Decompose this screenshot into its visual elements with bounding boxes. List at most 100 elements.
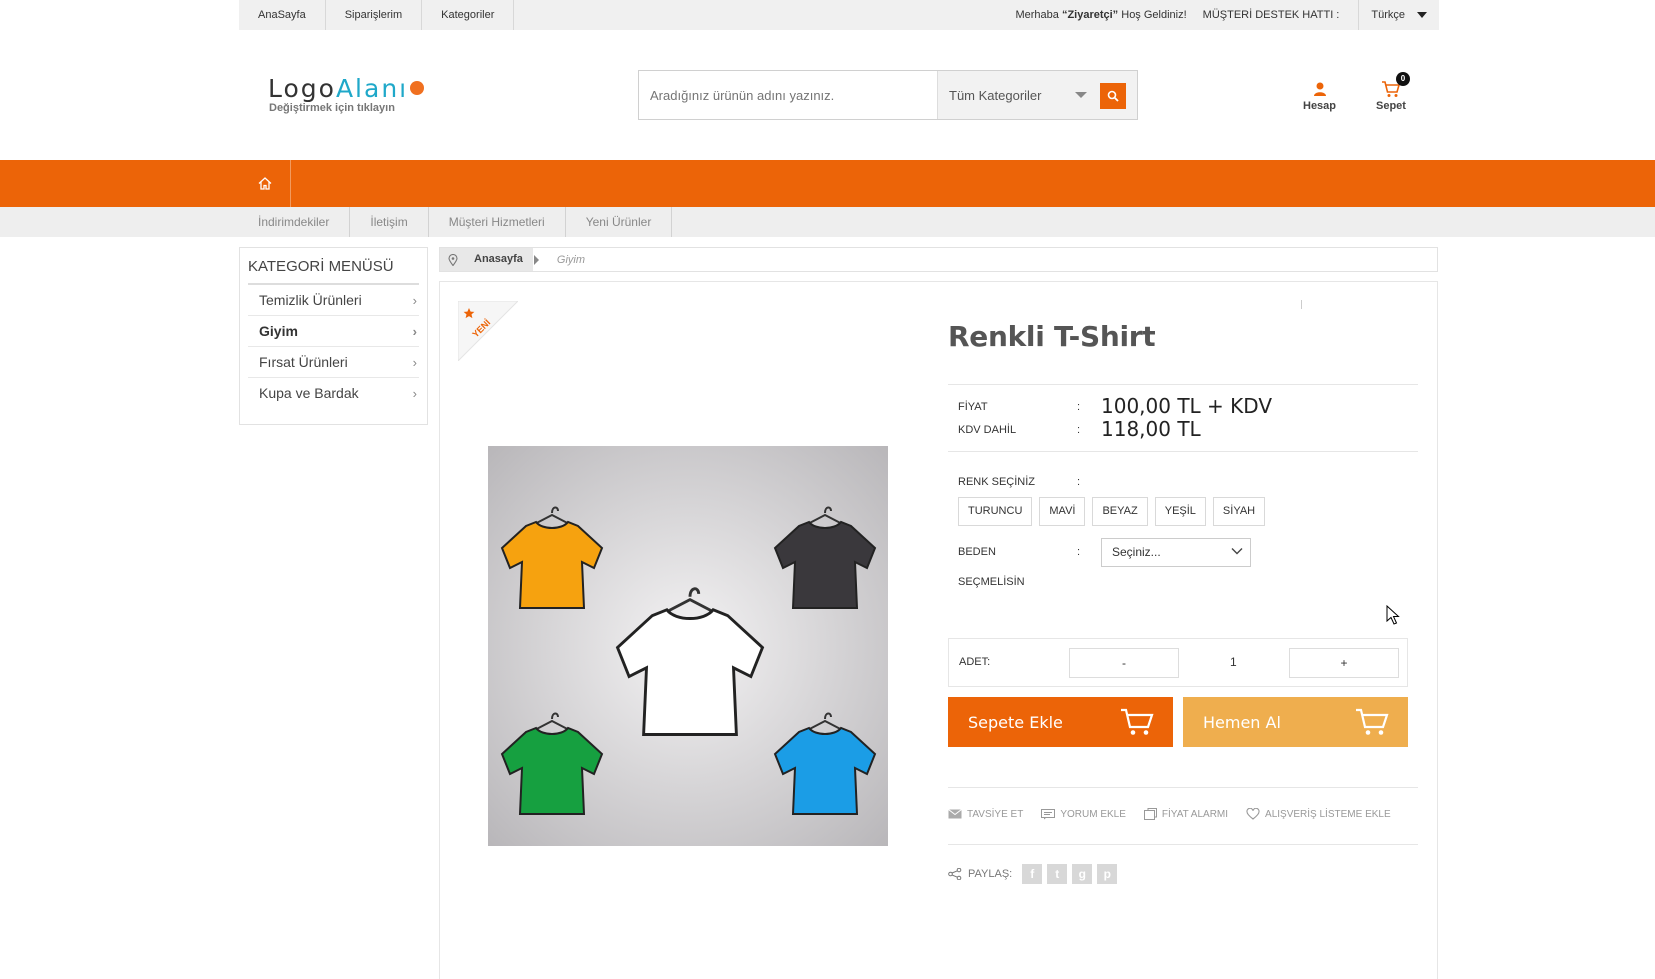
price-alarm-link[interactable]: FİYAT ALARMI (1143, 808, 1229, 820)
search-category-select[interactable]: Tüm Kategoriler (937, 71, 1137, 119)
search-bar: Tüm Kategoriler (638, 70, 1138, 120)
main-nav-bar (0, 160, 1655, 207)
size-label: BEDEN (958, 546, 996, 558)
divider (948, 384, 1418, 385)
search-button[interactable] (1100, 83, 1126, 109)
buy-now-button[interactable]: Hemen Al (1183, 697, 1408, 747)
top-nav-home[interactable]: AnaSayfa (239, 0, 326, 30)
breadcrumb: Anasayfa Giyim (439, 247, 1438, 272)
vat-colon: : (1077, 424, 1081, 436)
color-option-black[interactable]: SİYAH (1212, 497, 1266, 526)
size-colon: : (1077, 546, 1081, 558)
color-option-orange[interactable]: TURUNCU (958, 497, 1033, 526)
share-label: PAYLAŞ: (968, 868, 1013, 880)
add-to-cart-button[interactable]: Sepete Ekle (948, 697, 1173, 747)
product-image[interactable] (488, 446, 888, 846)
cart-label: Sepet (1376, 100, 1406, 112)
home-button[interactable] (239, 160, 291, 207)
top-nav-orders[interactable]: Siparişlerim (326, 0, 423, 30)
color-option-white[interactable]: BEYAZ (1092, 497, 1148, 526)
search-input[interactable] (639, 71, 937, 119)
logo-wordmark: LogoAlanı (268, 74, 425, 103)
site-logo[interactable]: LogoAlanı Değiştirmek için tıklayın (268, 74, 425, 114)
language-select[interactable]: Türkçe (1359, 0, 1439, 30)
required-note: SEÇMELİSİN (958, 576, 1025, 588)
top-bar-right: Merhaba “Ziyaretçi” Hoş Geldiniz! MÜŞTER… (1015, 0, 1439, 30)
cart-icon: 0 (1376, 72, 1410, 100)
color-option-blue[interactable]: MAVİ (1039, 497, 1086, 526)
cart-icon (1356, 708, 1389, 735)
user-icon (1303, 78, 1336, 100)
product-title: Renkli T-Shirt (948, 320, 1156, 353)
category-label: Temizlik Ürünleri (259, 292, 362, 308)
chevron-right-icon: › (412, 355, 417, 370)
category-menu-title: KATEGORİ MENÜSÜ (248, 258, 419, 285)
price-value: 100,00 TL + KDV (1101, 394, 1273, 418)
product-actions: TAVSİYE ET YORUM EKLE FİYAT ALARMI ALIŞV… (948, 808, 1409, 820)
divider (1301, 300, 1302, 309)
logo-part1: Logo (268, 74, 336, 103)
welcome-text: Merhaba “Ziyaretçi” Hoş Geldiniz! (1015, 9, 1186, 21)
add-review-link[interactable]: YORUM EKLE (1041, 808, 1126, 820)
twitter-icon[interactable]: t (1047, 864, 1068, 884)
account-label: Hesap (1303, 100, 1337, 112)
add-to-wishlist-link[interactable]: ALIŞVERİŞ LİSTEME EKLE (1246, 808, 1391, 820)
divider (948, 787, 1418, 788)
divider (948, 844, 1418, 845)
divider (948, 451, 1418, 452)
welcome-prefix: Merhaba (1015, 9, 1059, 21)
category-item-deals[interactable]: Fırsat Ürünleri › (248, 347, 419, 378)
sub-nav-bar: İndirimdekiler İletişim Müşteri Hizmetle… (0, 207, 1655, 237)
account-link[interactable]: Hesap (1303, 78, 1336, 112)
cart-link[interactable]: 0 Sepet (1376, 72, 1410, 112)
price-colon: : (1077, 401, 1081, 413)
vat-label: KDV DAHİL (958, 424, 1017, 436)
quantity-label: ADET: (959, 656, 991, 668)
price-alarm-label: FİYAT ALARMI (1161, 808, 1229, 820)
color-option-green[interactable]: YEŞİL (1154, 497, 1206, 526)
chevron-down-icon (1075, 92, 1087, 98)
subnav-contact[interactable]: İletişim (350, 207, 429, 237)
chevron-right-icon: › (412, 293, 417, 308)
category-item-clothing[interactable]: Giyim › (248, 316, 419, 347)
search-icon (1107, 90, 1119, 102)
category-label: Giyim (259, 323, 298, 339)
envelope-icon (948, 809, 962, 819)
subnav-new-products[interactable]: Yeni Ürünler (566, 207, 673, 237)
subnav-discounts[interactable]: İndirimdekiler (239, 207, 351, 237)
subnav-customer-service[interactable]: Müşteri Hizmetleri (429, 207, 566, 237)
size-select-value: Seçiniz... (1112, 545, 1161, 559)
vat-value: 118,00 TL (1101, 417, 1201, 441)
add-to-wishlist-label: ALIŞVERİŞ LİSTEME EKLE (1265, 808, 1391, 820)
breadcrumb-home[interactable]: Anasayfa (466, 248, 539, 271)
price-label: FİYAT (958, 401, 988, 413)
color-options: TURUNCU MAVİ BEYAZ YEŞİL SİYAH (958, 497, 1266, 526)
heart-icon (1246, 808, 1260, 820)
quantity-value[interactable]: 1 (1230, 655, 1237, 669)
support-line: MÜŞTERİ DESTEK HATTI : (1203, 0, 1360, 30)
color-colon: : (1077, 476, 1081, 488)
top-bar: AnaSayfa Siparişlerim Kategoriler Merhab… (239, 0, 1439, 30)
chevron-down-icon (1231, 548, 1243, 555)
quantity-plus-button[interactable]: + (1289, 648, 1399, 678)
category-menu: KATEGORİ MENÜSÜ Temizlik Ürünleri › Giyim… (239, 247, 428, 425)
search-category-label: Tüm Kategoriler (949, 87, 1042, 103)
category-item-cleaning[interactable]: Temizlik Ürünleri › (248, 285, 419, 316)
cart-count-badge: 0 (1395, 72, 1410, 86)
google-plus-icon[interactable]: g (1072, 864, 1093, 884)
new-badge: YENİ (458, 301, 518, 361)
category-item-mugs[interactable]: Kupa ve Bardak › (248, 378, 419, 409)
facebook-icon[interactable]: f (1022, 864, 1043, 884)
buy-now-label: Hemen Al (1203, 712, 1281, 732)
recommend-link[interactable]: TAVSİYE ET (948, 808, 1023, 820)
chevron-right-icon: › (412, 386, 417, 401)
mouse-cursor-icon (1386, 605, 1400, 625)
pinterest-icon[interactable]: p (1097, 864, 1118, 884)
size-select[interactable]: Seçiniz... (1101, 538, 1251, 567)
quantity-minus-button[interactable]: - (1069, 648, 1179, 678)
welcome-suffix: Hoş Geldiniz! (1121, 9, 1187, 21)
top-nav-categories[interactable]: Kategoriler (422, 0, 515, 30)
price-alarm-icon (1143, 808, 1157, 820)
quantity-stepper: ADET: - 1 + (948, 638, 1408, 687)
chevron-down-icon (1417, 12, 1427, 18)
